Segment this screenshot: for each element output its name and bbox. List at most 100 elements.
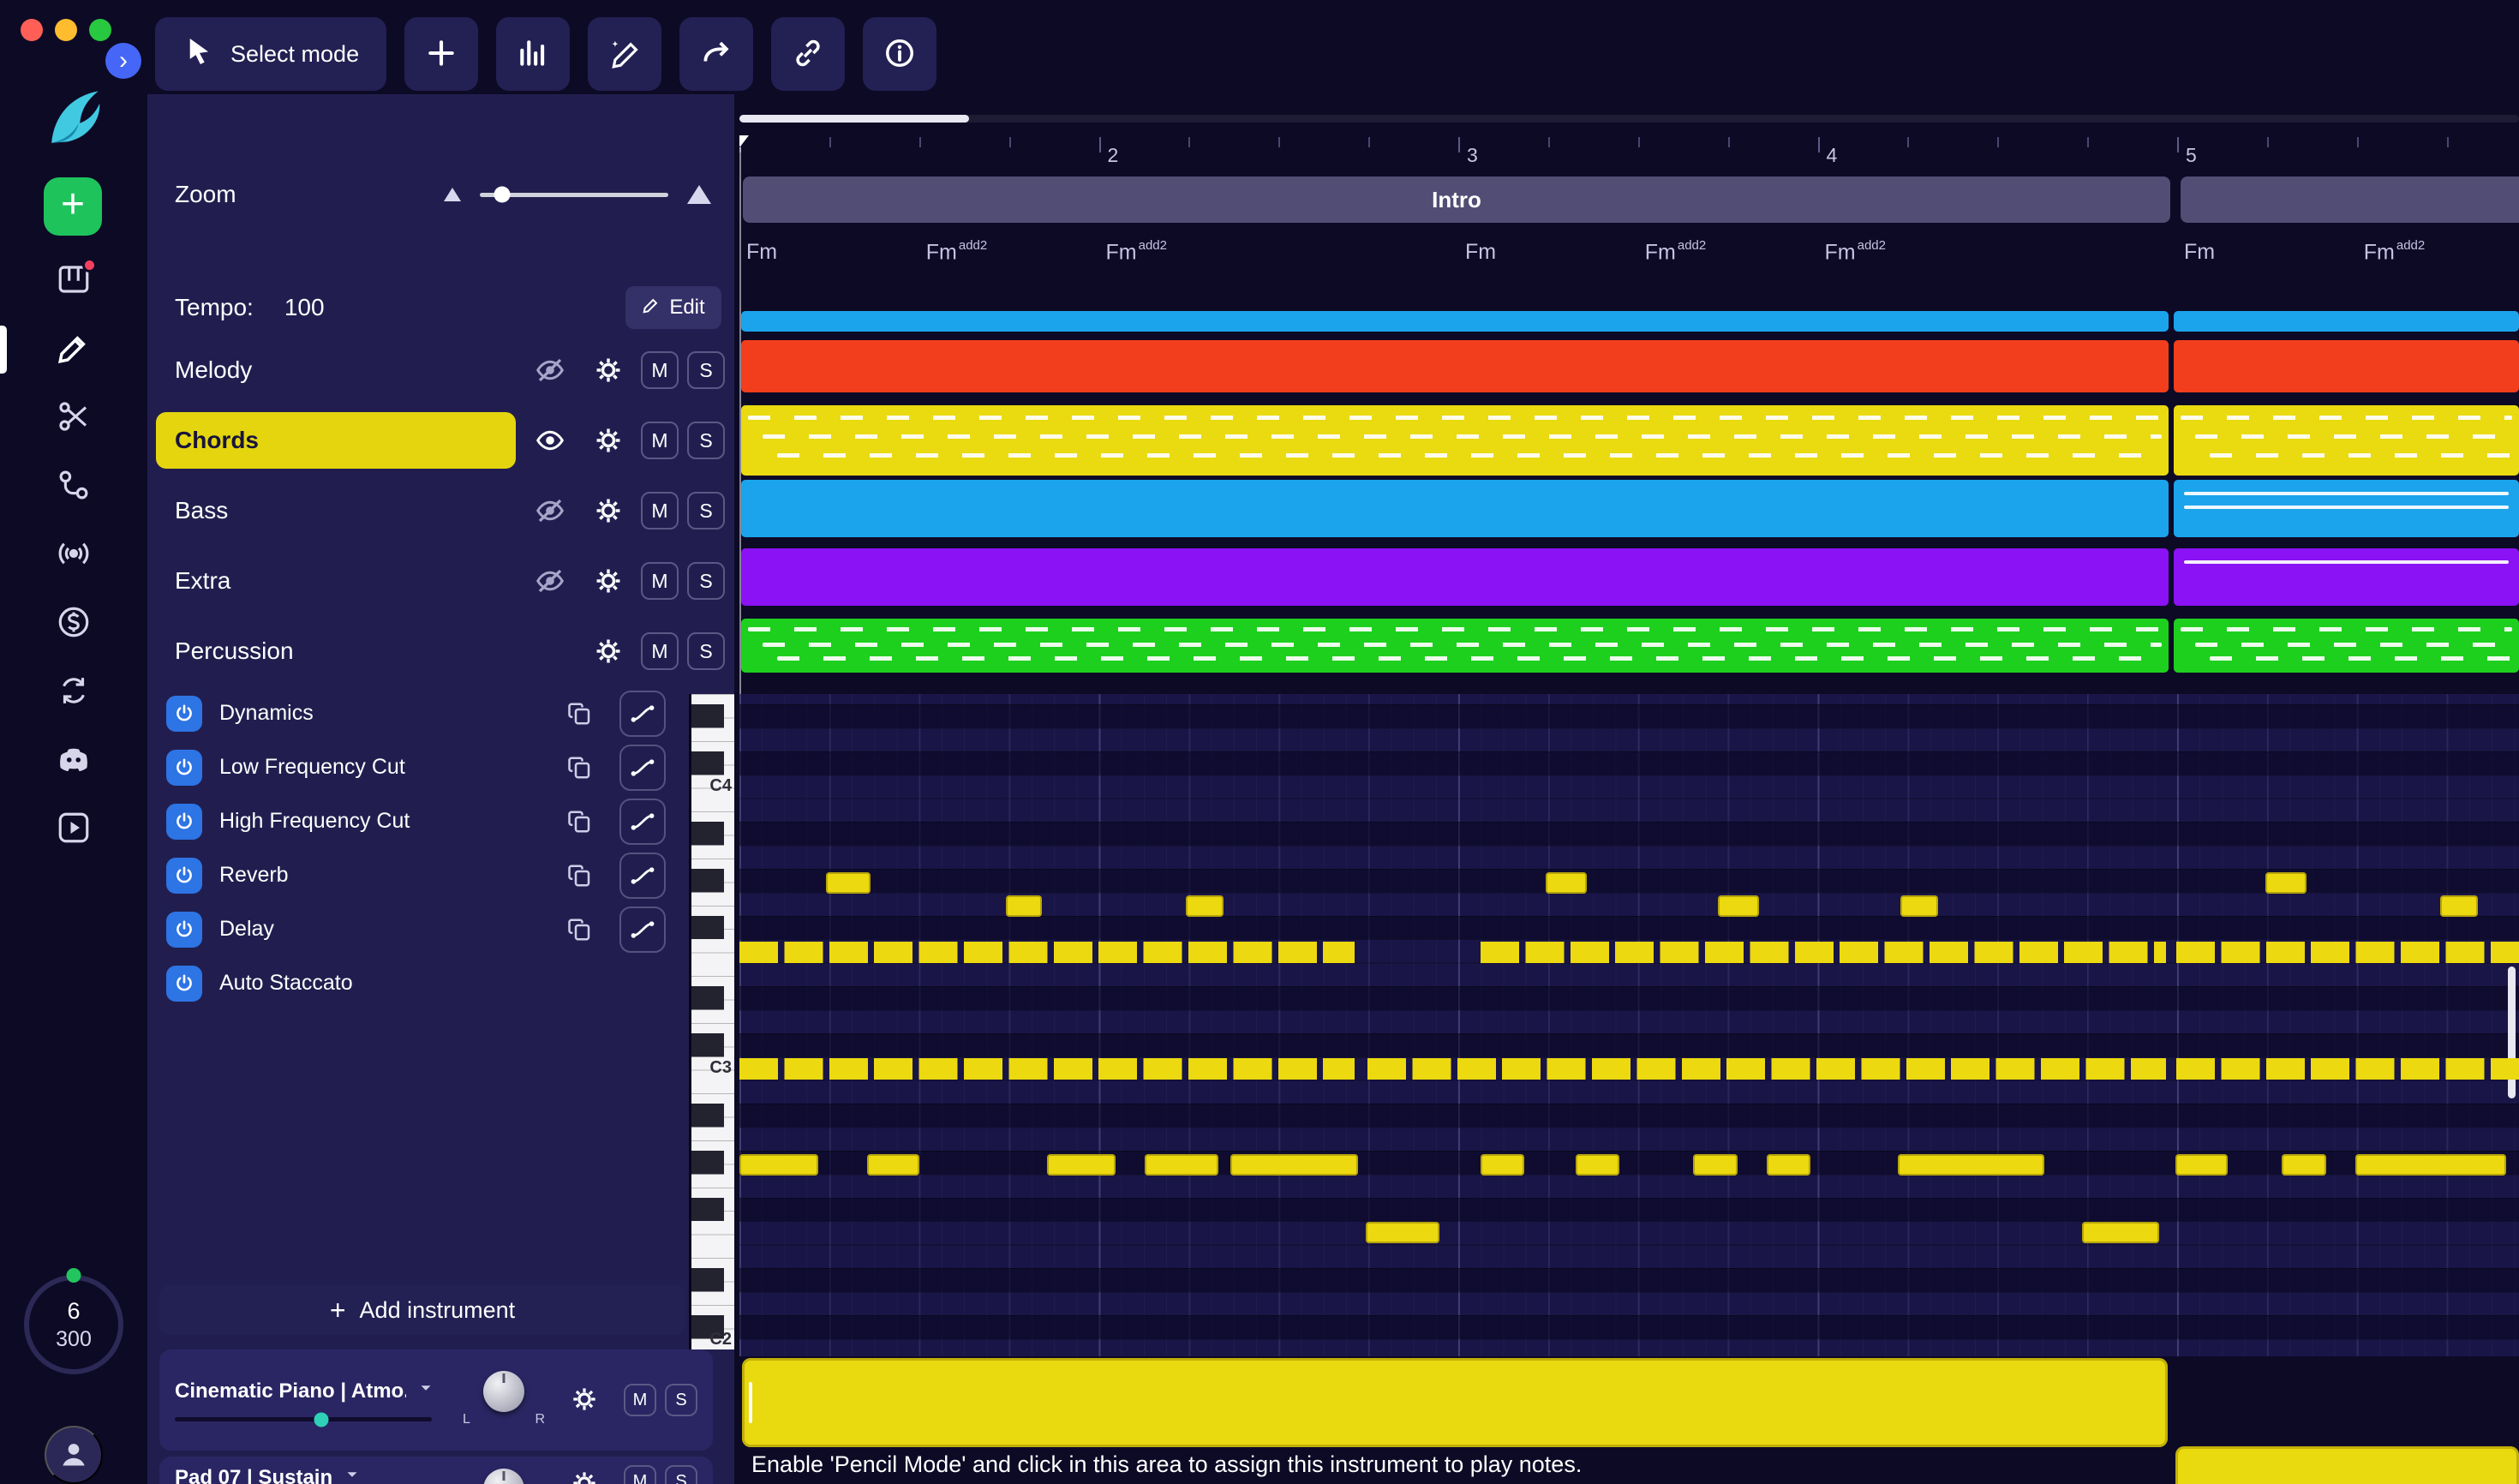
section[interactable] [2181,177,2519,223]
midi-note-run[interactable] [739,942,1355,963]
sidebar-item-history[interactable] [55,673,93,711]
region-chords[interactable] [2174,405,2519,476]
track-mute-button[interactable]: M [641,632,679,670]
sidebar-item-tutorials[interactable] [55,811,93,848]
sidebar-item-editor[interactable] [55,331,93,368]
midi-note[interactable] [2440,895,2478,917]
link-button[interactable] [771,17,846,91]
midi-note[interactable] [1481,1154,1524,1176]
track-solo-button[interactable]: S [687,351,725,389]
instrument-select[interactable]: Pad 07 | Sustain [175,1465,459,1484]
effect-row-dynamics[interactable]: Dynamics [147,686,734,740]
instrument-mute-button[interactable]: M [624,1384,656,1416]
close-button[interactable] [21,19,43,41]
chord-label[interactable]: Fm [1465,240,1496,265]
knob-icon[interactable] [483,1469,524,1484]
instrument-mute-button[interactable]: M [624,1465,656,1484]
track-solo-button[interactable]: S [687,492,725,530]
effect-row-low-frequency-cut[interactable]: Low Frequency Cut [147,740,734,794]
region-bass[interactable] [741,480,2169,537]
midi-note[interactable] [1006,895,1042,917]
midi-note[interactable] [2175,1154,2228,1176]
midi-note[interactable] [1898,1154,2044,1176]
instrument-region[interactable] [742,1358,2168,1447]
zoom-slider[interactable] [480,186,668,203]
horizontal-scrollbar-thumb[interactable] [739,115,969,123]
visibility-off-icon[interactable] [524,355,576,386]
instrument-settings-button[interactable] [565,1381,603,1419]
midi-note[interactable] [2082,1222,2159,1243]
piano-keyboard[interactable]: C4 C3 C2 [689,694,734,1349]
chord-label[interactable]: Fm add2 [926,238,987,265]
midi-note[interactable] [826,872,871,894]
zoom-out-icon[interactable] [444,188,461,201]
automation-button[interactable] [619,906,666,953]
region-extra[interactable] [2174,548,2519,606]
section-intro[interactable]: Intro [743,177,2170,223]
create-button[interactable]: + [44,177,102,236]
visibility-on-icon[interactable] [524,425,576,456]
add-instrument-button[interactable]: + Add instrument [159,1285,685,1335]
midi-note[interactable] [2355,1154,2506,1176]
power-button[interactable] [166,857,202,894]
midi-note[interactable] [1693,1154,1738,1176]
maximize-button[interactable] [89,19,111,41]
chord-label[interactable]: Fm add2 [2364,238,2425,265]
zoom-slider-handle[interactable] [494,186,511,203]
track-mute-button[interactable]: M [641,562,679,600]
copy-icon[interactable] [563,805,597,839]
region-melody[interactable] [2174,340,2519,392]
add-button[interactable] [404,17,479,91]
copy-icon[interactable] [563,859,597,893]
midi-note[interactable] [1546,872,1587,894]
track-row-percussion[interactable]: Percussion M S [147,616,734,686]
sidebar-item-billing[interactable] [55,605,93,643]
power-button[interactable] [166,695,202,732]
horizontal-scrollbar[interactable] [739,115,2519,123]
visibility-off-icon[interactable] [524,565,576,596]
power-button[interactable] [166,911,202,948]
midi-note[interactable] [1047,1154,1116,1176]
midi-note[interactable] [1145,1154,1218,1176]
midi-note[interactable] [2265,872,2307,894]
midi-note[interactable] [1767,1154,1810,1176]
volume-slider-handle[interactable] [314,1412,329,1427]
region-percussion[interactable] [2174,619,2519,673]
track-settings-icon[interactable] [584,356,632,385]
pan-knob[interactable]: L R [459,1367,548,1433]
instrument-region[interactable] [2175,1446,2519,1484]
zoom-in-icon[interactable] [687,185,711,204]
minimize-button[interactable] [55,19,77,41]
track-name[interactable]: Extra [156,553,516,609]
sidebar-item-discord[interactable] [55,742,93,780]
copy-icon[interactable] [563,751,597,785]
power-button[interactable] [166,965,202,1002]
region-melody-top[interactable] [2174,311,2519,332]
mixer-button[interactable] [496,17,571,91]
track-name[interactable]: Bass [156,482,516,539]
track-row-bass[interactable]: Bass M S [147,476,734,546]
chord-label[interactable]: Fm add2 [1825,238,1886,265]
midi-note-run[interactable] [2176,1058,2519,1080]
tempo-value[interactable]: 100 [284,294,325,321]
playhead-marker[interactable] [739,135,749,147]
track-solo-button[interactable]: S [687,562,725,600]
power-button[interactable] [166,803,202,840]
midi-note-run[interactable] [739,1058,1355,1080]
region-chords[interactable] [741,405,2169,476]
effect-row-high-frequency-cut[interactable]: High Frequency Cut [147,794,734,848]
midi-note-run[interactable] [2176,942,2519,963]
black-keys[interactable] [691,704,724,1349]
knob-icon[interactable] [483,1371,524,1412]
midi-note[interactable] [867,1154,919,1176]
midi-note-run[interactable] [1367,1058,2166,1080]
tempo-edit-button[interactable]: Edit [625,286,721,329]
instrument-solo-button[interactable]: S [665,1465,697,1484]
effect-row-auto-staccato[interactable]: Auto Staccato [147,956,734,1010]
midi-note[interactable] [1900,895,1938,917]
track-settings-icon[interactable] [584,566,632,595]
instrument-select[interactable]: Cinematic Piano | Atmo... [175,1379,459,1403]
chord-label[interactable]: Fm add2 [1106,238,1167,265]
timeline-ruler[interactable]: 2 3 4 5 [739,135,2519,173]
piano-roll-grid[interactable] [739,694,2519,1356]
